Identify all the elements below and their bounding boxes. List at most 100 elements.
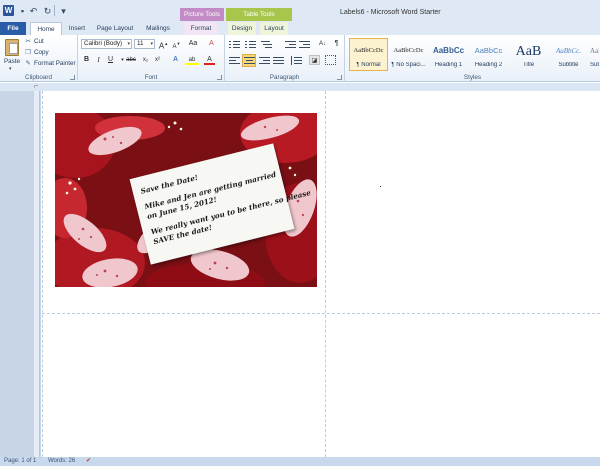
page-count[interactable]: Page: 1 of 1 <box>4 457 36 466</box>
style-subtitle[interactable]: AaBbCc. Subtitle <box>549 38 588 71</box>
tab-design[interactable]: Design <box>228 22 256 35</box>
clipboard-launcher-icon[interactable] <box>70 75 75 80</box>
style-normal[interactable]: AaBbCcDc ¶ Normal <box>349 38 388 71</box>
style-name: ¶ No Spaci... <box>391 62 426 68</box>
table-gridline <box>325 91 326 457</box>
style-preview: AaBbCc <box>432 46 465 55</box>
format-painter-label: Format Painter <box>34 60 76 67</box>
show-marks-button[interactable]: ¶ <box>331 39 342 49</box>
status-bar: Page: 1 of 1 Words: 26 ✔ <box>0 457 600 466</box>
grow-font-button[interactable]: A▲ <box>158 39 169 51</box>
customize-qat-icon[interactable]: ▾ <box>58 5 69 17</box>
font-group-label: Font <box>144 74 158 81</box>
subscript-button[interactable]: x₂ <box>140 55 151 65</box>
increase-indent-icon[interactable] <box>299 40 310 49</box>
style-preview: AaBbCc <box>590 47 599 55</box>
clear-formatting-label: A <box>209 40 214 47</box>
word-app-icon[interactable]: W <box>3 5 14 16</box>
style-title[interactable]: AaB Title <box>509 38 548 71</box>
style-heading-1[interactable]: AaBbCc Heading 1 <box>429 38 468 71</box>
superscript-button[interactable]: x² <box>152 55 163 65</box>
chevron-down-icon: ▾ <box>150 41 153 47</box>
table-gridline <box>42 313 600 314</box>
tab-layout[interactable]: Layout <box>260 22 288 35</box>
underline-button[interactable]: U <box>105 55 116 65</box>
tab-home[interactable]: Home <box>30 22 62 36</box>
paste-button[interactable]: Paste ▾ <box>2 37 22 72</box>
numbering-icon[interactable] <box>245 40 256 49</box>
save-icon[interactable]: ▪ <box>17 5 28 17</box>
paragraph-group: A↓ ¶ ◪ Paragraph <box>225 35 345 82</box>
format-painter-button[interactable]: ✎ Format Painter <box>24 59 76 68</box>
chevron-down-icon[interactable]: ▾ <box>9 66 12 72</box>
bullets-icon[interactable] <box>229 40 240 49</box>
tab-insert[interactable]: Insert <box>64 22 90 35</box>
tab-mailings[interactable]: Mailings <box>141 22 175 35</box>
undo-icon[interactable]: ↶ <box>28 5 39 17</box>
picture-tools-label: Picture Tools <box>180 8 224 21</box>
word-count[interactable]: Words: 26 <box>48 457 75 466</box>
tab-page-layout[interactable]: Page Layout <box>93 22 137 35</box>
style-preview: AaBbCc <box>474 46 503 55</box>
bold-button[interactable]: B <box>81 55 92 65</box>
sort-button[interactable]: A↓ <box>317 39 328 49</box>
cut-label: Cut <box>34 38 44 45</box>
borders-icon[interactable] <box>325 55 336 65</box>
style-name: Heading 1 <box>434 62 463 68</box>
align-right-icon[interactable] <box>259 56 270 65</box>
shading-icon[interactable]: ◪ <box>309 55 320 65</box>
paragraph-launcher-icon[interactable] <box>337 75 342 80</box>
font-group: Calibri (Body) ▾ 11 ▾ A▲ A▼ Aa A B I U ▾… <box>78 35 225 82</box>
strikethrough-button[interactable]: abc <box>124 55 138 65</box>
copy-label: Copy <box>34 49 49 56</box>
tab-file[interactable]: File <box>0 22 26 35</box>
vertical-ruler <box>34 91 40 457</box>
window-title: Labels6 - Microsoft Word Starter <box>340 9 441 16</box>
font-launcher-icon[interactable] <box>217 75 222 80</box>
paste-label: Paste <box>3 58 21 65</box>
line-spacing-icon[interactable] <box>291 56 302 65</box>
multilevel-list-icon[interactable] <box>261 40 272 49</box>
style-preview: AaBbCc. <box>555 47 582 55</box>
qat-separator <box>54 5 55 16</box>
font-color-button[interactable]: A <box>204 55 215 65</box>
change-case-button[interactable]: Aa <box>186 39 200 49</box>
styles-group: AaBbCcDc ¶ Normal AaBbCcDc ¶ No Spaci...… <box>345 35 600 82</box>
vertical-ruler-area <box>0 91 41 457</box>
justify-icon[interactable] <box>273 56 284 65</box>
align-center-button[interactable] <box>242 54 256 67</box>
horizontal-ruler: ⌐ <box>0 83 600 91</box>
style-no-spacing[interactable]: AaBbCcDc ¶ No Spaci... <box>389 38 428 71</box>
title-bar: W ▪ ↶ ↻ ▾ Picture Tools Table Tools Labe… <box>0 0 600 22</box>
copy-icon: ❐ <box>25 49 31 56</box>
save-the-date-photo[interactable]: Save the Date! Mike and Jen are getting … <box>55 113 317 287</box>
decrease-indent-icon[interactable] <box>285 40 296 49</box>
style-subtle[interactable]: AaBbCc Subtl <box>589 38 600 71</box>
text-effects-button[interactable]: A <box>170 55 181 65</box>
document-page[interactable]: Save the Date! Mike and Jen are getting … <box>42 91 600 457</box>
scissors-icon: ✂ <box>25 38 31 45</box>
shrink-font-button[interactable]: A▼ <box>171 39 182 50</box>
italic-button[interactable]: I <box>93 55 104 65</box>
align-center-icon <box>244 56 255 65</box>
tab-format[interactable]: Format <box>184 22 218 35</box>
proofing-icon[interactable]: ✔ <box>86 457 91 466</box>
copy-button[interactable]: ❐ Copy <box>24 48 49 57</box>
clear-formatting-button[interactable]: A <box>206 39 217 49</box>
tab-selector-icon[interactable]: ⌐ <box>34 83 38 90</box>
redo-icon[interactable]: ↻ <box>42 5 53 17</box>
text-cursor <box>380 186 381 187</box>
style-preview: AaBbCcDc <box>393 47 424 54</box>
font-size-combo[interactable]: 11 ▾ <box>134 39 155 49</box>
align-left-icon[interactable] <box>229 56 240 65</box>
style-name: Subtl <box>590 62 599 68</box>
style-preview: AaBbCcDc <box>353 47 384 54</box>
cut-button[interactable]: ✂ Cut <box>24 37 44 46</box>
highlight-button[interactable]: ab <box>185 55 199 65</box>
brush-icon: ✎ <box>25 60 31 67</box>
style-name: Subtitle <box>558 62 579 68</box>
font-name-combo[interactable]: Calibri (Body) ▾ <box>81 39 132 49</box>
clipboard-group-label: Clipboard <box>25 74 52 81</box>
clipboard-group: Paste ▾ ✂ Cut ❐ Copy ✎ Format Painter Clipb… <box>0 35 78 82</box>
style-heading-2[interactable]: AaBbCc Heading 2 <box>469 38 508 71</box>
